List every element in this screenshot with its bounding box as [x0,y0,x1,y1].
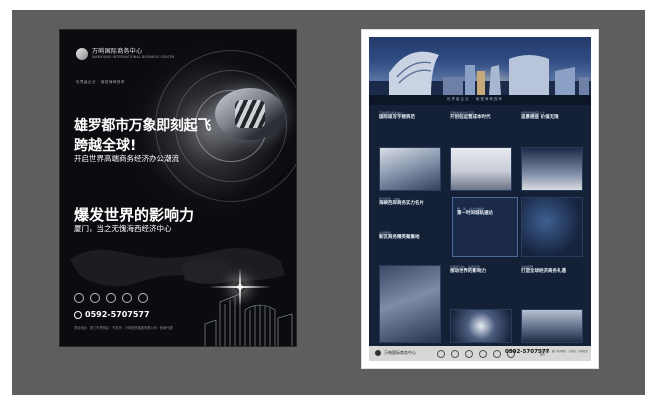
feature-icon [122,293,132,303]
brand-mark-icon [76,48,88,60]
feature-icon [90,293,100,303]
feature-icon [479,350,487,358]
row3-title1: 推动世界的影响力 [450,269,486,274]
left-poster: 万响国际商务中心 WANXIANG INTERNATIONAL BUSINESS… [60,30,296,346]
headline2: 爆发世界的影响力 [74,206,195,224]
column-2-header: 高端商务交往空间 开创低运营成本时代 [450,111,510,121]
highlight-box [452,197,518,257]
feature-icons [74,293,148,303]
phone-icon [74,310,82,319]
right-poster-body: 世界级企业 · 雄视海峡西岸 万响国际商务中心 国际级写字楼典范 高端商务交往空… [369,37,591,361]
lens-flare [209,268,271,306]
map-graphic-image [521,197,583,257]
skyline-graphic [369,51,591,95]
row2-title1: 海峡西岸商务实力名片 [379,201,424,206]
headline-line2: 跨越全球! [74,138,137,154]
row2-mid-header: 居、商、交之合构建 第一时间城轨通达 [457,207,513,217]
headline-line1: 雄罗都市万象即刻起飞 [74,118,211,134]
col2-title: 开创低运营成本时代 [450,115,491,120]
col3-title: 追景楼座 价值无限 [521,115,559,120]
footer-logo-text: 万响国际商务中心 [384,350,416,355]
right-poster: 世界级企业 · 雄视海峡西岸 万响国际商务中心 国际级写字楼典范 高端商务交往空… [362,30,598,368]
poster-tagline: 世界级企业 · 雄视海峡西岸 [76,80,125,84]
phone-text: 0592-5707577 [85,310,150,319]
feature-icon [138,293,148,303]
address-text: 项目地址：厦门市思明区 · 开发商：万响投资集团有限公司 · 营销代理 [74,326,173,330]
footer-logo: 万响国际商务中心 [375,350,416,356]
page: 万响国际商务中心 WANXIANG INTERNATIONAL BUSINESS… [0,0,658,404]
logo-subtitle: WANXIANG INTERNATIONAL BUSINESS CENTER [92,55,175,60]
row2-left-header: 区位优势 · CBD 海峡西岸商务实力名片 [379,197,449,207]
photo-building [379,147,441,191]
feature-icon [437,350,445,358]
feature-icon [74,293,84,303]
column-3-header: 世界商务精英人士 追景楼座 价值无限 [521,111,581,121]
feature-icon [493,350,501,358]
row3-right-header: 全球视野 打造全球经济商务礼遇 [521,265,587,275]
building-outline-graphic [204,293,293,346]
footer-icons [437,350,515,358]
feature-icon [106,293,116,303]
row2-title-mid: 第一时间城轨通达 [457,211,493,216]
photo-window-view [379,265,441,343]
row3-title2: 打造全球经济商务礼遇 [521,269,566,274]
feature-icon [451,350,459,358]
poster-logo: 万响国际商务中心 WANXIANG INTERNATIONAL BUSINESS… [76,48,174,60]
strip-text: 世界级企业 · 雄视海峡西岸 [447,97,503,101]
logo-emblem-3d [215,88,285,140]
photo-plaza [450,147,512,191]
photo-globe [450,309,512,343]
photo-group [521,309,583,343]
logo-name: 万响国际商务中心 [92,47,143,55]
hero-skyline-image [369,37,591,95]
row2-title2: 新区商务精英聚集地 [379,235,420,240]
column-1-header: 万响国际商务中心 国际级写字楼典范 [379,111,439,121]
poster-footer: 万响国际商务中心 0592-5707577 项目地址：厦门市思明区 · 开发商：… [369,346,591,361]
phone-number: 0592-5707577 [74,310,150,319]
feature-icon [465,350,473,358]
col1-title: 国际级写字楼典范 [379,115,415,120]
footer-address: 项目地址：厦门市思明区 · 开发商：万响投资集团 [540,350,588,357]
row3-mid-header: 全面建设中 · 品质呈现 推动世界的影响力 [450,265,516,275]
brand-mark-icon [375,350,381,356]
photo-people [521,147,583,191]
row2-left-header-2: 交通便捷 新区商务精英聚集地 [379,231,449,241]
headline-subtitle: 开启世界高端商务经济办公潮流 [74,154,179,163]
